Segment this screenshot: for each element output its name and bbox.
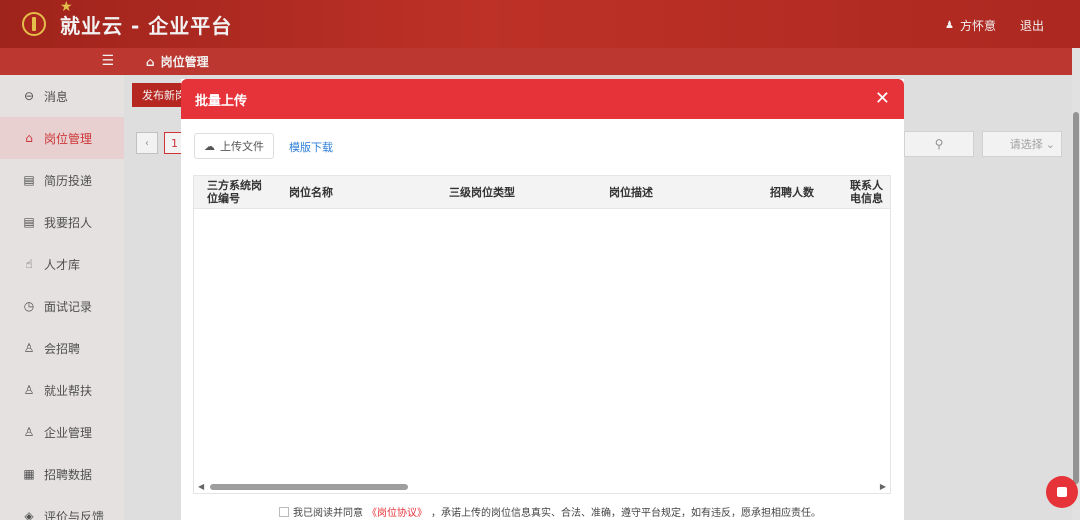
modal-title: 批量上传 (195, 93, 248, 109)
column-header: 三方系统岗位编号 (207, 179, 262, 205)
agreement-link[interactable]: 《岗位协议》 (367, 504, 427, 519)
column-header: 岗位名称 (289, 186, 333, 199)
upload-table: 三方系统岗位编号 岗位名称 三级岗位类型 岗位描述 招聘人数 联系人电信息 ◀ … (193, 175, 891, 494)
column-header: 联系人电信息 (850, 179, 883, 205)
square-icon (1057, 487, 1067, 497)
scroll-right-icon[interactable]: ▶ (880, 482, 886, 491)
column-header: 岗位描述 (609, 186, 653, 199)
batch-upload-modal: 批量上传 ✕ ☁ 上传文件 模版下载 三方系统岗位编号 岗位名称 三级岗位类型 … (181, 79, 904, 520)
table-header: 三方系统岗位编号 岗位名称 三级岗位类型 岗位描述 招聘人数 联系人电信息 (194, 176, 890, 209)
close-icon[interactable]: ✕ (875, 90, 890, 108)
upload-file-button[interactable]: ☁ 上传文件 (194, 133, 274, 159)
table-horizontal-scrollbar[interactable]: ◀ ▶ (194, 481, 890, 493)
modal-header: 批量上传 ✕ (181, 79, 904, 119)
upload-file-label: 上传文件 (220, 140, 264, 153)
horizontal-scroll-thumb[interactable] (210, 484, 408, 490)
floating-action-button[interactable] (1046, 476, 1078, 508)
scroll-left-icon[interactable]: ◀ (198, 482, 204, 491)
agreement-prefix: 我已阅读并同意 (293, 508, 363, 519)
column-header: 招聘人数 (770, 186, 814, 199)
agreement-suffix: ，承诺上传的岗位信息真实、合法、准确，遵守平台规定，如有违反，愿承担相应责任。 (431, 508, 821, 519)
agreement-checkbox[interactable] (279, 506, 289, 517)
agreement-row: 我已阅读并同意 《岗位协议》 ，承诺上传的岗位信息真实、合法、准确，遵守平台规定… (279, 504, 821, 519)
cloud-upload-icon: ☁ (204, 139, 215, 153)
template-download-link[interactable]: 模版下载 (289, 139, 333, 155)
column-header: 三级岗位类型 (449, 186, 515, 199)
